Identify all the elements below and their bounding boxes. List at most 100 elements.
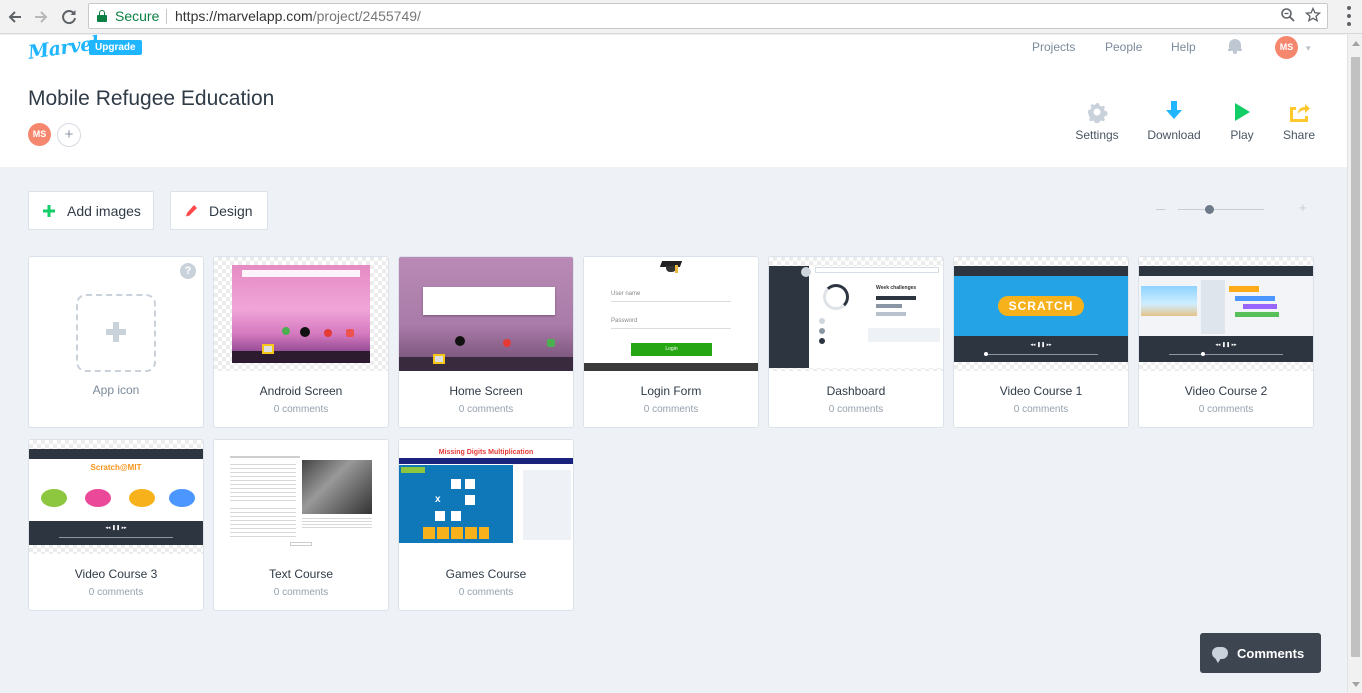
magnifier-icon[interactable] [1280, 7, 1296, 27]
screen-comments[interactable]: 0 comments [214, 404, 388, 415]
android-wallpaper [232, 265, 370, 363]
forward-button[interactable] [30, 6, 52, 28]
scratch-mit-heading: Scratch@MIT [90, 463, 142, 472]
screen-card[interactable]: Android Screen 0 comments [213, 256, 389, 428]
lock-icon [97, 10, 107, 22]
screen-card[interactable]: Missing Digits Multiplication x Games Co… [398, 439, 574, 611]
screen-thumbnail[interactable] [214, 257, 388, 371]
member-avatar: MS [28, 123, 51, 146]
screen-card[interactable]: User name Password Login Login Form 0 co… [583, 256, 759, 428]
gear-icon [1062, 95, 1132, 123]
screen-thumbnail[interactable]: ◂◂ ❚❚ ▸▸ [1139, 257, 1313, 371]
add-images-button[interactable]: Add images [28, 191, 154, 230]
screen-title: Video Course 3 [74, 567, 158, 581]
screen-title: Dashboard [826, 384, 886, 398]
screen-comments[interactable]: 0 comments [29, 587, 203, 598]
plus-icon [43, 204, 55, 217]
upgrade-badge[interactable]: Upgrade [89, 40, 142, 55]
screen-card[interactable]: Text Course 0 comments [213, 439, 389, 611]
arrow-right-icon [35, 11, 48, 23]
screen-comments[interactable]: 0 comments [399, 587, 573, 598]
screen-card[interactable]: SCRATCH ◂◂ ❚❚ ▸▸ Video Course 1 0 commen… [953, 256, 1129, 428]
screen-thumbnail[interactable] [214, 440, 388, 554]
scrollbar-thumb[interactable] [1351, 57, 1360, 657]
screen-card[interactable]: Home Screen 0 comments [398, 256, 574, 428]
screen-thumbnail[interactable]: Week challenges [769, 257, 943, 371]
share-button[interactable]: Share [1264, 95, 1334, 142]
scroll-down-icon[interactable] [1352, 682, 1360, 687]
nav-people[interactable]: People [1105, 40, 1142, 54]
arrow-left-icon [8, 11, 21, 23]
help-icon[interactable]: ? [180, 263, 196, 279]
add-images-label: Add images [67, 202, 141, 219]
design-label: Design [209, 202, 253, 219]
video-player-preview: SCRATCH ◂◂ ❚❚ ▸▸ [954, 266, 1128, 362]
download-button[interactable]: Download [1139, 95, 1209, 142]
screen-thumbnail[interactable] [399, 257, 573, 371]
secure-label: Secure [115, 8, 160, 24]
games-board: x [399, 465, 513, 543]
screen-title: Text Course [268, 567, 334, 581]
share-label: Share [1282, 128, 1316, 142]
screen-thumbnail[interactable]: SCRATCH ◂◂ ❚❚ ▸▸ [954, 257, 1128, 371]
screen-title: Home Screen [449, 384, 523, 398]
screen-title: Video Course 2 [1184, 384, 1268, 398]
page-scrollbar[interactable] [1347, 35, 1362, 693]
zoom-handle[interactable] [1205, 205, 1214, 214]
download-arrow-icon [1139, 95, 1209, 123]
pencil-icon [185, 204, 197, 217]
settings-button[interactable]: Settings [1062, 95, 1132, 142]
download-label: Download [1147, 128, 1201, 142]
app-icon-label: App icon [92, 383, 140, 397]
graduation-cap-icon [659, 259, 683, 273]
vertical-dots-icon[interactable] [1346, 6, 1352, 26]
browser-toolbar: Secure https://marvelapp.com/project/245… [0, 0, 1362, 34]
bell-icon[interactable] [1228, 38, 1242, 54]
user-avatar[interactable]: MS [1275, 36, 1298, 59]
video-player-preview: ◂◂ ❚❚ ▸▸ [1139, 266, 1313, 362]
comments-label: Comments [1237, 645, 1305, 661]
comments-button[interactable]: Comments [1200, 633, 1321, 673]
reload-button[interactable] [58, 6, 80, 28]
share-icon [1264, 95, 1334, 123]
screen-thumbnail[interactable]: Missing Digits Multiplication x [399, 440, 573, 554]
screen-card[interactable]: Week challenges Dashboard 0 comments [768, 256, 944, 428]
app-icon-card[interactable]: ? App icon [28, 256, 204, 428]
nav-projects[interactable]: Projects [1032, 40, 1075, 54]
app-icon-dropzone[interactable] [76, 294, 156, 372]
settings-label: Settings [1075, 128, 1119, 142]
screen-card[interactable]: ◂◂ ❚❚ ▸▸ Video Course 2 0 comments [1138, 256, 1314, 428]
screen-comments[interactable]: 0 comments [954, 404, 1128, 415]
screen-comments[interactable]: 0 comments [214, 587, 388, 598]
reload-icon [62, 10, 76, 25]
star-icon[interactable] [1304, 6, 1322, 27]
screen-thumbnail[interactable]: Scratch@MIT ◂◂ ❚❚ ▸▸ [29, 440, 203, 554]
zoom-in-icon[interactable]: + [1299, 200, 1307, 215]
screen-title: Video Course 1 [999, 384, 1083, 398]
zoom-out-icon[interactable] [1156, 209, 1165, 210]
screen-comments[interactable]: 0 comments [584, 404, 758, 415]
nav-help[interactable]: Help [1171, 40, 1196, 54]
screen-thumbnail[interactable]: User name Password Login [584, 257, 758, 371]
back-button[interactable] [4, 6, 26, 28]
zoom-slider[interactable]: + [1156, 200, 1308, 217]
screen-comments[interactable]: 0 comments [399, 404, 573, 415]
screen-title: Android Screen [259, 384, 343, 398]
home-wallpaper [399, 257, 573, 371]
zoom-track[interactable] [1178, 209, 1264, 210]
divider [166, 9, 167, 24]
scroll-up-icon[interactable] [1352, 41, 1360, 46]
address-bar[interactable]: Secure https://marvelapp.com/project/245… [88, 3, 1328, 29]
games-heading: Missing Digits Multiplication [438, 449, 534, 456]
url-text[interactable]: https://marvelapp.com/project/2455749/ [175, 8, 421, 24]
url-host: https://marvelapp.com [175, 8, 313, 24]
screen-comments[interactable]: 0 comments [769, 404, 943, 415]
design-button[interactable]: Design [170, 191, 268, 230]
add-member-button[interactable]: + [57, 123, 81, 147]
chevron-down-icon[interactable]: ▾ [1306, 43, 1311, 54]
plus-icon [106, 322, 126, 342]
screen-comments[interactable]: 0 comments [1139, 404, 1313, 415]
video-player-preview: Scratch@MIT ◂◂ ❚❚ ▸▸ [29, 449, 203, 545]
login-password-label: Password [611, 318, 638, 324]
screen-card[interactable]: Scratch@MIT ◂◂ ❚❚ ▸▸ Video Course 3 0 co… [28, 439, 204, 611]
